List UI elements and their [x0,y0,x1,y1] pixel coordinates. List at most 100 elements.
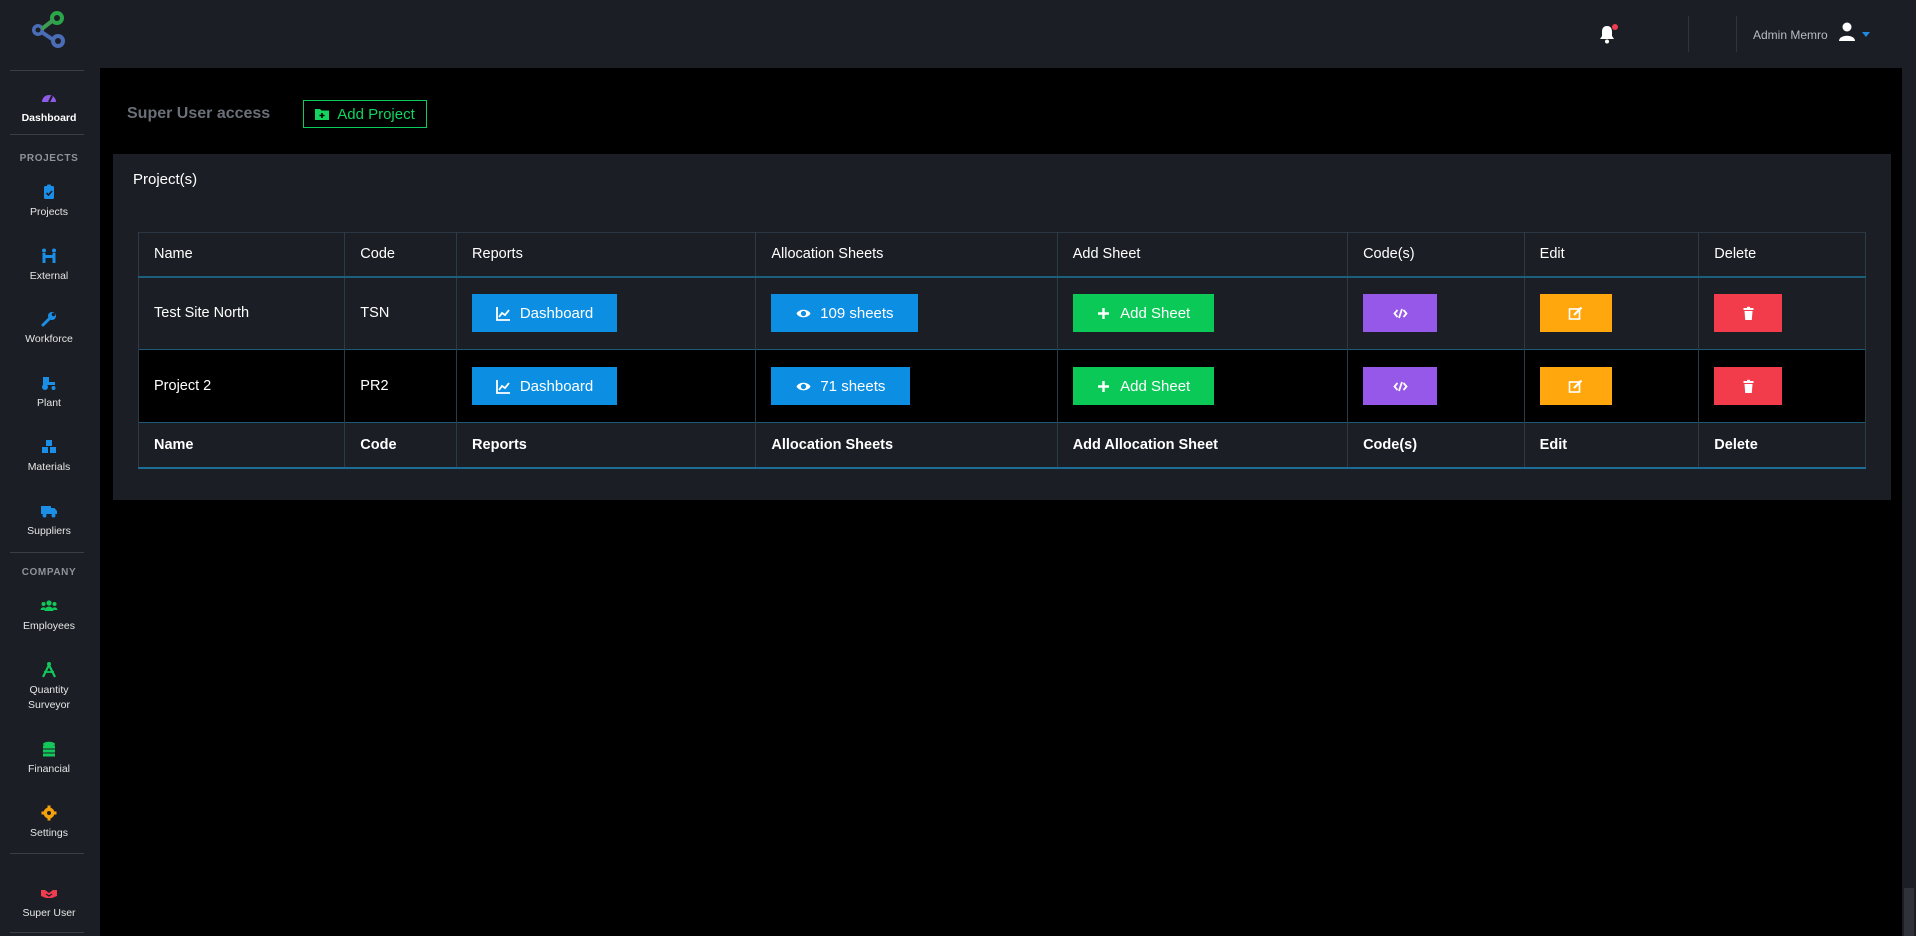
sidebar-item-label: Employees [23,620,75,632]
chart-line-icon [495,306,510,321]
code-icon [1392,381,1408,391]
sidebar-item-plant[interactable]: Plant [0,374,98,411]
add-project-label: Add Project [337,105,415,123]
project-name: Project 2 [137,349,345,423]
column-footer: Edit [1523,422,1699,468]
sidebar-item-label: Dashboard [21,112,77,124]
column-header[interactable]: Edit [1523,232,1699,277]
button-label: Add Sheet [1120,377,1191,395]
column-header[interactable]: Code(s) [1347,232,1525,277]
allocation-sheets-button[interactable]: 71 sheets [771,367,911,405]
sidebar-item-label: Materials [27,461,71,473]
projects-table: Name Code Reports Allocation Sheets Add … [137,232,1866,469]
sidebar-item-dashboard[interactable]: Dashboard [0,89,98,126]
dashboard-report-button[interactable]: Dashboard [472,294,618,333]
tractor-icon [42,377,56,390]
edit-icon [1568,379,1583,393]
topbar: Admin Memro [100,0,1902,68]
sidebar-item-materials[interactable]: Materials [0,438,98,475]
column-header[interactable]: Code [344,232,457,277]
sidebar-item-super-user[interactable]: Super User [0,884,98,921]
logo-icon[interactable] [26,8,72,54]
sidebar-item-quantity-surveyor[interactable]: Quantity Surveyor [0,661,98,713]
sidebar-item-financial[interactable]: Financial [0,740,98,777]
allocation-sheets-button[interactable]: 109 sheets [771,294,919,333]
button-label: Dashboard [519,377,594,395]
notification-dot [1612,24,1618,30]
edit-icon [1568,306,1583,320]
projects-card: Project(s) Name Code Reports Allocation … [113,154,1891,500]
codes-button[interactable] [1363,294,1438,333]
button-label: 71 sheets [820,377,886,395]
user-name[interactable]: Admin Memro [1753,28,1828,42]
edit-button[interactable] [1539,294,1612,333]
column-header[interactable]: Add Sheet [1056,232,1348,277]
column-footer: Name [137,422,345,468]
column-footer: Allocation Sheets [755,422,1058,468]
code-icon [1392,308,1408,319]
column-footer: Add Allocation Sheet [1056,422,1348,468]
sidebar-item-label: Super User [22,907,76,919]
sidebar-item-label: Financial [27,763,71,775]
project-code: TSN [344,276,457,350]
sidebar-item-employees[interactable]: Employees [0,597,98,634]
sidebar-divider [10,932,84,933]
project-code: PR2 [344,349,457,423]
sidebar: Dashboard PROJECTS Projects External Wor… [0,0,100,936]
chart-line-icon [495,379,510,394]
table-header-row: Name Code Reports Allocation Sheets Add … [137,232,1866,277]
plus-icon [1098,307,1110,319]
sidebar-item-settings[interactable]: Settings [0,804,98,841]
sidebar-item-external[interactable]: External [0,247,98,284]
add-sheet-button[interactable]: Add Sheet [1072,294,1214,333]
table-row: Test Site North TSN Dashboard 109 sheets… [137,276,1866,350]
column-header[interactable]: Allocation Sheets [755,232,1058,277]
sidebar-item-projects[interactable]: Projects [0,183,98,220]
button-label: Add Sheet [1120,304,1191,322]
sidebar-divider [10,552,84,553]
add-sheet-button[interactable]: Add Sheet [1072,367,1214,405]
handshake-icon [41,890,57,898]
sidebar-divider [10,853,84,854]
sidebar-divider [10,70,84,71]
sidebar-item-suppliers[interactable]: Suppliers [0,502,98,539]
coins-stack-icon [43,741,55,757]
cubes-icon [42,440,56,453]
edit-button[interactable] [1539,367,1612,405]
dashboard-report-button[interactable]: Dashboard [472,367,618,405]
folder-plus-icon [315,109,330,120]
add-project-button[interactable]: Add Project [303,100,427,128]
scrollbar-track[interactable] [1902,0,1916,936]
sidebar-section-company: COMPANY [21,567,77,578]
eye-icon [796,382,811,390]
people-carry-icon [42,248,56,263]
eye-icon [796,309,811,317]
compass-drafting-icon [42,662,56,678]
sidebar-item-label: Projects [30,206,68,218]
clipboard-check-icon [44,184,54,199]
codes-button[interactable] [1363,367,1438,405]
gauge-icon [42,95,56,103]
trash-icon [1743,379,1754,393]
project-name: Test Site North [137,276,345,350]
sidebar-item-label: Workforce [25,333,73,345]
column-footer: Reports [456,422,756,468]
plus-icon [1098,380,1110,392]
sidebar-item-label: External [29,270,69,282]
users-icon [40,600,58,611]
page-title: Super User access [127,105,271,122]
delete-button[interactable] [1714,367,1783,405]
user-icon[interactable] [1838,22,1856,42]
table-footer-row: Name Code Reports Allocation Sheets Add … [137,422,1866,468]
sidebar-item-label: Quantity Surveyor [27,684,70,711]
button-label: Dashboard [519,304,594,322]
sidebar-item-workforce[interactable]: Workforce [0,310,98,347]
delete-button[interactable] [1714,294,1783,333]
column-header[interactable]: Name [137,232,345,277]
truck-icon [41,506,57,518]
column-header[interactable]: Reports [456,232,756,277]
column-header[interactable]: Delete [1698,232,1866,277]
column-footer: Code [344,422,457,468]
chevron-down-icon[interactable] [1862,32,1870,37]
scrollbar-thumb[interactable] [1904,888,1914,936]
